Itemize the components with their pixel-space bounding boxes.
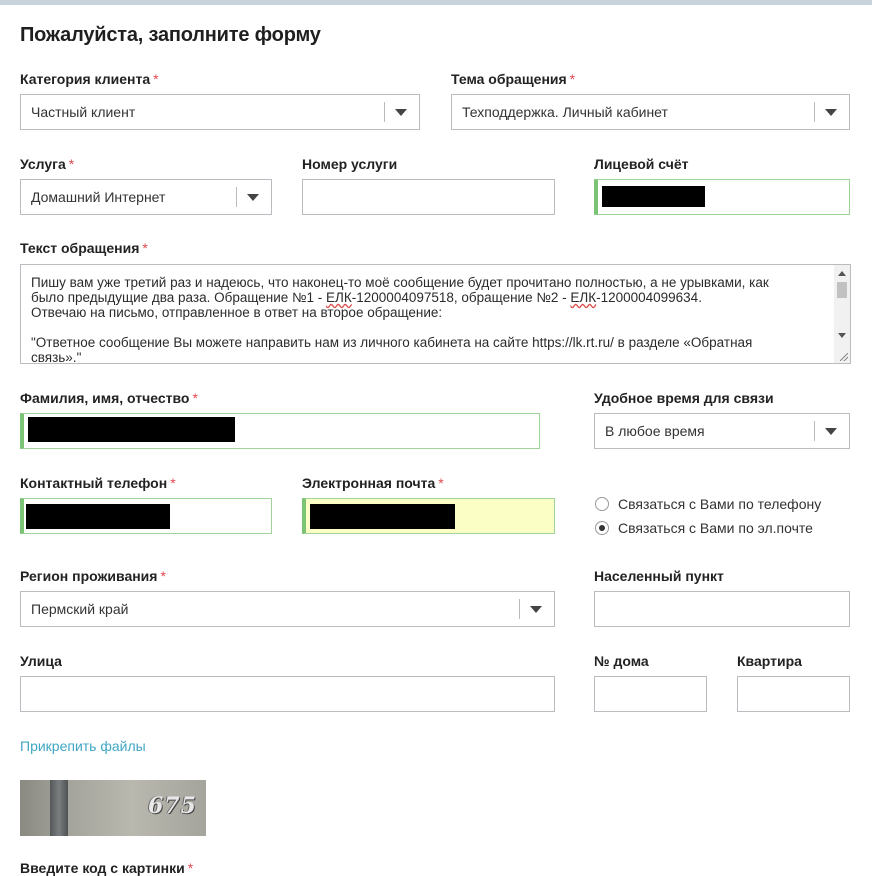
chevron-down-icon [825,109,837,116]
house-label: № дома [594,653,649,669]
required-mark: * [187,860,194,876]
full-name-label: Фамилия, имя, отчество * [20,390,198,406]
message-text: Пишу вам уже третий раз и надеюсь, что н… [31,275,821,364]
page-title: Пожалуйста, заполните форму [20,24,321,46]
required-mark: * [569,71,576,87]
scroll-down-icon[interactable] [838,333,846,338]
chevron-down-icon [825,428,837,435]
full-name-input[interactable] [20,413,540,449]
contact-time-label: Удобное время для связи [594,390,774,406]
house-input[interactable] [594,676,707,712]
phone-input[interactable] [20,498,272,534]
service-label: Услуга * [20,156,75,172]
topic-value: Техподдержка. Личный кабинет [462,104,668,120]
topic-label: Тема обращения * [451,71,576,87]
region-label: Регион проживания * [20,568,166,584]
message-textarea[interactable]: Пишу вам уже третий раз и надеюсь, что н… [20,264,851,364]
service-number-input[interactable] [302,179,555,215]
captcha-label: Введите код с картинки * [20,860,194,876]
chevron-down-icon [395,109,407,116]
required-mark: * [438,475,444,491]
message-line: было предыдущие два раза. Обращение №1 -… [31,290,702,305]
service-value: Домашний Интернет [31,189,166,205]
captcha-image: 675 [20,780,206,836]
contact-by-email-label[interactable]: Связаться с Вами по эл.почте [618,520,813,536]
service-select[interactable]: Домашний Интернет [20,179,272,215]
chevron-down-icon [530,606,542,613]
region-select[interactable]: Пермский край [20,591,555,627]
city-input[interactable] [594,591,850,627]
redacted-phone [26,504,170,529]
top-bar [0,0,872,5]
required-mark: * [170,475,176,491]
resize-grip-icon[interactable] [840,353,848,361]
scroll-thumb[interactable] [837,282,847,298]
captcha-code: 675 [148,793,197,819]
scroll-up-icon[interactable] [838,271,846,276]
region-value: Пермский край [31,601,129,617]
contact-time-value: В любое время [605,423,705,439]
client-category-value: Частный клиент [31,104,136,120]
select-divider [384,102,385,122]
spellcheck-word: ЕЛК [326,290,352,305]
message-blank-line [31,320,821,335]
account-label: Лицевой счёт [594,156,689,172]
email-input[interactable] [302,498,555,534]
topic-select[interactable]: Техподдержка. Личный кабинет [451,94,850,130]
email-label: Электронная почта * [302,475,444,491]
apartment-label: Квартира [737,653,802,669]
redacted-full-name [28,417,235,442]
required-mark: * [192,390,198,406]
select-divider [814,102,815,122]
message-line: "Ответное сообщение Вы можете направить … [31,335,753,350]
chevron-down-icon [247,194,259,201]
message-label: Текст обращения * [20,240,148,256]
select-divider [814,421,815,441]
contact-time-select[interactable]: В любое время [594,413,850,449]
contact-by-email-radio[interactable] [595,521,609,535]
contact-by-phone-radio[interactable] [595,497,609,511]
spellcheck-word: ЕЛК [570,290,597,305]
phone-label: Контактный телефон * [20,475,176,491]
account-input[interactable] [594,179,850,215]
required-mark: * [160,568,166,584]
client-category-select[interactable]: Частный клиент [20,94,420,130]
street-input[interactable] [20,676,555,712]
message-line: Отвечаю на письмо, отправленное в ответ … [31,305,443,320]
required-mark: * [142,240,148,256]
select-divider [236,187,237,207]
service-number-label: Номер услуги [302,156,398,172]
contact-by-phone-label[interactable]: Связаться с Вами по телефону [618,496,821,512]
street-label: Улица [20,653,62,669]
required-mark: * [68,156,75,172]
client-category-label: Категория клиента * [20,71,159,87]
attach-files-link[interactable]: Прикрепить файлы [20,738,146,754]
redacted-account [602,186,705,207]
city-label: Населенный пункт [594,568,724,584]
required-mark: * [153,71,159,87]
captcha-background-pole [50,780,68,836]
select-divider [519,599,520,619]
textarea-scrollbar[interactable] [834,265,850,363]
redacted-email [310,504,455,529]
message-line: связь»." [31,350,82,364]
apartment-input[interactable] [737,676,850,712]
message-line: Пишу вам уже третий раз и надеюсь, что н… [31,275,769,290]
